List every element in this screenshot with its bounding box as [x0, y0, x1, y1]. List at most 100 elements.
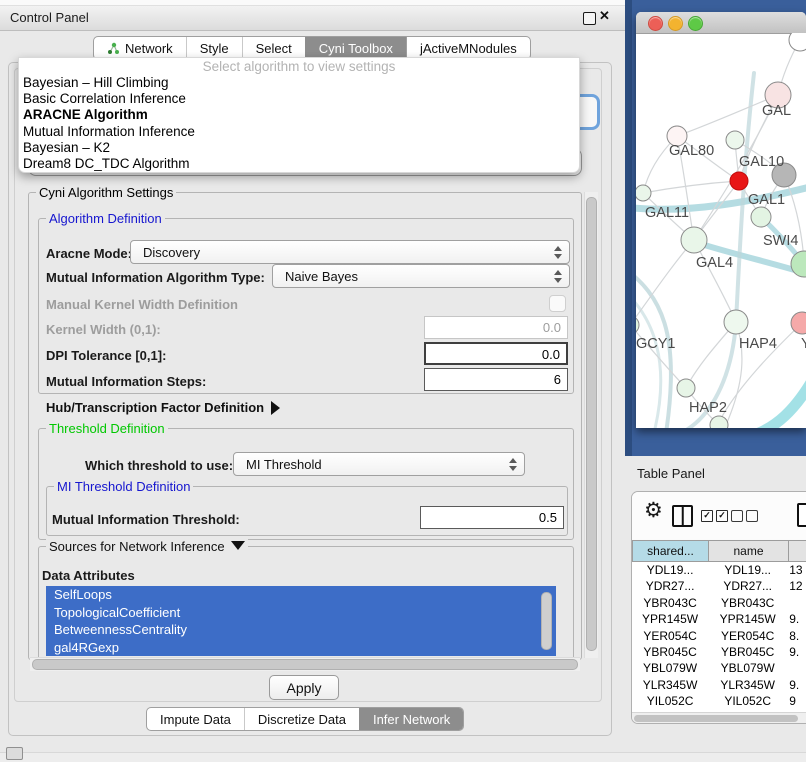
window-minimize-icon[interactable] [668, 16, 683, 31]
attribute-item-selected[interactable]: TopologicalCoefficient [46, 604, 556, 622]
table-cell[interactable]: YER054C [708, 628, 787, 644]
table-row[interactable]: YIL052CYIL052C9 [632, 693, 806, 709]
dpi-tolerance-field[interactable]: 0.0 [424, 342, 568, 365]
table-cell[interactable]: YBL079W [632, 660, 708, 676]
table-cell[interactable]: YDR27... [632, 578, 708, 594]
table-cell[interactable]: YLR345W [632, 677, 708, 693]
table-row[interactable]: YBL079WYBL079W [632, 660, 806, 676]
table-cell[interactable]: YDL19... [708, 562, 787, 578]
table-cell[interactable]: YBR045C [708, 644, 787, 660]
data-attributes-list[interactable]: SelfLoopsTopologicalCoefficientBetweenne… [46, 586, 556, 656]
mi-threshold-field[interactable]: 0.5 [420, 506, 564, 529]
table-cell[interactable]: 9. [787, 677, 806, 693]
tab-network[interactable]: Network [94, 37, 186, 59]
window-zoom-icon[interactable] [688, 16, 703, 31]
algorithm-option[interactable]: Mutual Information Inference [19, 124, 579, 140]
table-horizontal-scrollbar[interactable] [632, 712, 806, 724]
column-header-partial[interactable] [789, 540, 806, 562]
manual-kernel-checkbox[interactable] [549, 295, 566, 312]
tab-infer-network[interactable]: Infer Network [359, 708, 463, 730]
table-cell[interactable] [787, 660, 806, 676]
kernel-width-field[interactable]: 0.0 [424, 316, 568, 339]
table-cell[interactable]: YDR27... [708, 578, 787, 594]
network-node[interactable] [681, 227, 707, 253]
network-node[interactable] [636, 316, 639, 334]
network-canvas[interactable]: GALGAL80GAL10GAL1GAL11SWI4GAL4GCY1HAP4YH… [636, 33, 806, 428]
table-scrollbar-thumb[interactable] [634, 715, 798, 722]
table-cell[interactable]: 13 [787, 562, 806, 578]
network-node[interactable] [636, 185, 651, 201]
table-cell[interactable]: YIL052C [632, 693, 708, 709]
network-window-titlebar[interactable] [636, 12, 806, 34]
settings-horizontal-scrollbar-thumb[interactable] [32, 659, 578, 670]
tab-impute-data[interactable]: Impute Data [147, 708, 244, 730]
table-row[interactable]: YDR27...YDR27...12 [632, 578, 806, 594]
document-icon[interactable] [797, 503, 806, 527]
network-node[interactable] [791, 251, 806, 277]
which-threshold-combo[interactable]: MI Threshold [233, 452, 525, 476]
float-panel-icon[interactable] [583, 12, 596, 25]
table-cell[interactable] [787, 595, 806, 611]
tab-discretize-data[interactable]: Discretize Data [244, 708, 359, 730]
table-cell[interactable]: YPR145W [708, 611, 787, 627]
hub-definition-disclosure[interactable]: Hub/Transcription Factor Definition [46, 400, 280, 415]
attribute-item-selected[interactable]: SelfLoops [46, 586, 556, 604]
select-all-columns-icon[interactable]: ✓✓ [701, 510, 728, 522]
table-row[interactable]: YBR043CYBR043C [632, 595, 806, 611]
table-cell[interactable]: YIL052C [708, 693, 787, 709]
window-close-icon[interactable] [648, 16, 663, 31]
column-header-shared-name[interactable]: shared... [632, 540, 709, 562]
table-row[interactable]: YDL19...YDL19...13 [632, 562, 806, 578]
table-cell[interactable]: YBL079W [708, 660, 787, 676]
aracne-mode-combo[interactable]: Discovery [130, 240, 570, 264]
deselect-all-columns-icon[interactable] [731, 510, 758, 522]
network-node[interactable] [677, 379, 695, 397]
table-cell[interactable]: 12 [787, 578, 806, 594]
attribute-item-selected[interactable]: gal4RGexp [46, 639, 556, 657]
tab-cyni-toolbox[interactable]: Cyni Toolbox [305, 37, 406, 59]
network-node[interactable] [751, 207, 771, 227]
sources-disclosure[interactable]: Sources for Network Inference [46, 539, 248, 554]
table-cell[interactable]: YLR345W [708, 677, 787, 693]
table-cell[interactable]: 9. [787, 644, 806, 660]
corner-widget-icon[interactable] [6, 747, 23, 760]
network-node[interactable] [724, 310, 748, 334]
table-cell[interactable]: YBR043C [632, 595, 708, 611]
table-cell[interactable]: 9. [787, 611, 806, 627]
table-cell[interactable]: 8. [787, 628, 806, 644]
tab-jactivemnodules[interactable]: jActiveMNodules [406, 37, 530, 59]
network-node[interactable] [789, 33, 806, 51]
algorithm-option[interactable]: ARACNE Algorithm [19, 107, 579, 123]
network-node[interactable] [726, 131, 744, 149]
mi-threshold-label: Mutual Information Threshold: [52, 512, 240, 527]
table-cell[interactable]: YPR145W [632, 611, 708, 627]
table-row[interactable]: YBR045CYBR045C9. [632, 644, 806, 660]
table-cell[interactable]: YBR045C [632, 644, 708, 660]
algorithm-option[interactable]: Bayesian – K2 [19, 140, 579, 156]
tab-select[interactable]: Select [242, 37, 305, 59]
network-view-window[interactable]: GALGAL80GAL10GAL1GAL11SWI4GAL4GCY1HAP4YH… [636, 12, 806, 428]
table-cell[interactable]: YDL19... [632, 562, 708, 578]
tab-style[interactable]: Style [186, 37, 242, 59]
table-cell[interactable]: 9 [787, 693, 806, 709]
close-icon[interactable]: ✕ [599, 8, 610, 24]
column-header-name[interactable]: name [709, 540, 789, 562]
mi-steps-field[interactable]: 6 [424, 368, 568, 391]
attribute-item-selected[interactable]: BetweennessCentrality [46, 621, 556, 639]
mi-type-combo[interactable]: Naive Bayes [272, 264, 570, 288]
algorithm-option[interactable]: Basic Correlation Inference [19, 91, 579, 107]
table-row[interactable]: YER054CYER054C8. [632, 628, 806, 644]
algorithm-option[interactable]: Bayesian – Hill Climbing [19, 75, 579, 91]
table-cell[interactable]: YBR043C [708, 595, 787, 611]
table-row[interactable]: YLR345WYLR345W9. [632, 677, 806, 693]
attributes-scrollbar[interactable] [541, 592, 552, 650]
network-node[interactable] [710, 416, 728, 428]
settings-vertical-scrollbar-thumb[interactable] [586, 197, 597, 651]
table-cell[interactable]: YER054C [632, 628, 708, 644]
network-node[interactable] [730, 172, 748, 190]
split-columns-icon[interactable] [672, 505, 693, 527]
algorithm-option[interactable]: Dream8 DC_TDC Algorithm [19, 156, 579, 172]
gear-icon[interactable]: ⚙ [644, 498, 663, 523]
apply-button[interactable]: Apply [269, 675, 339, 700]
table-row[interactable]: YPR145WYPR145W9. [632, 611, 806, 627]
